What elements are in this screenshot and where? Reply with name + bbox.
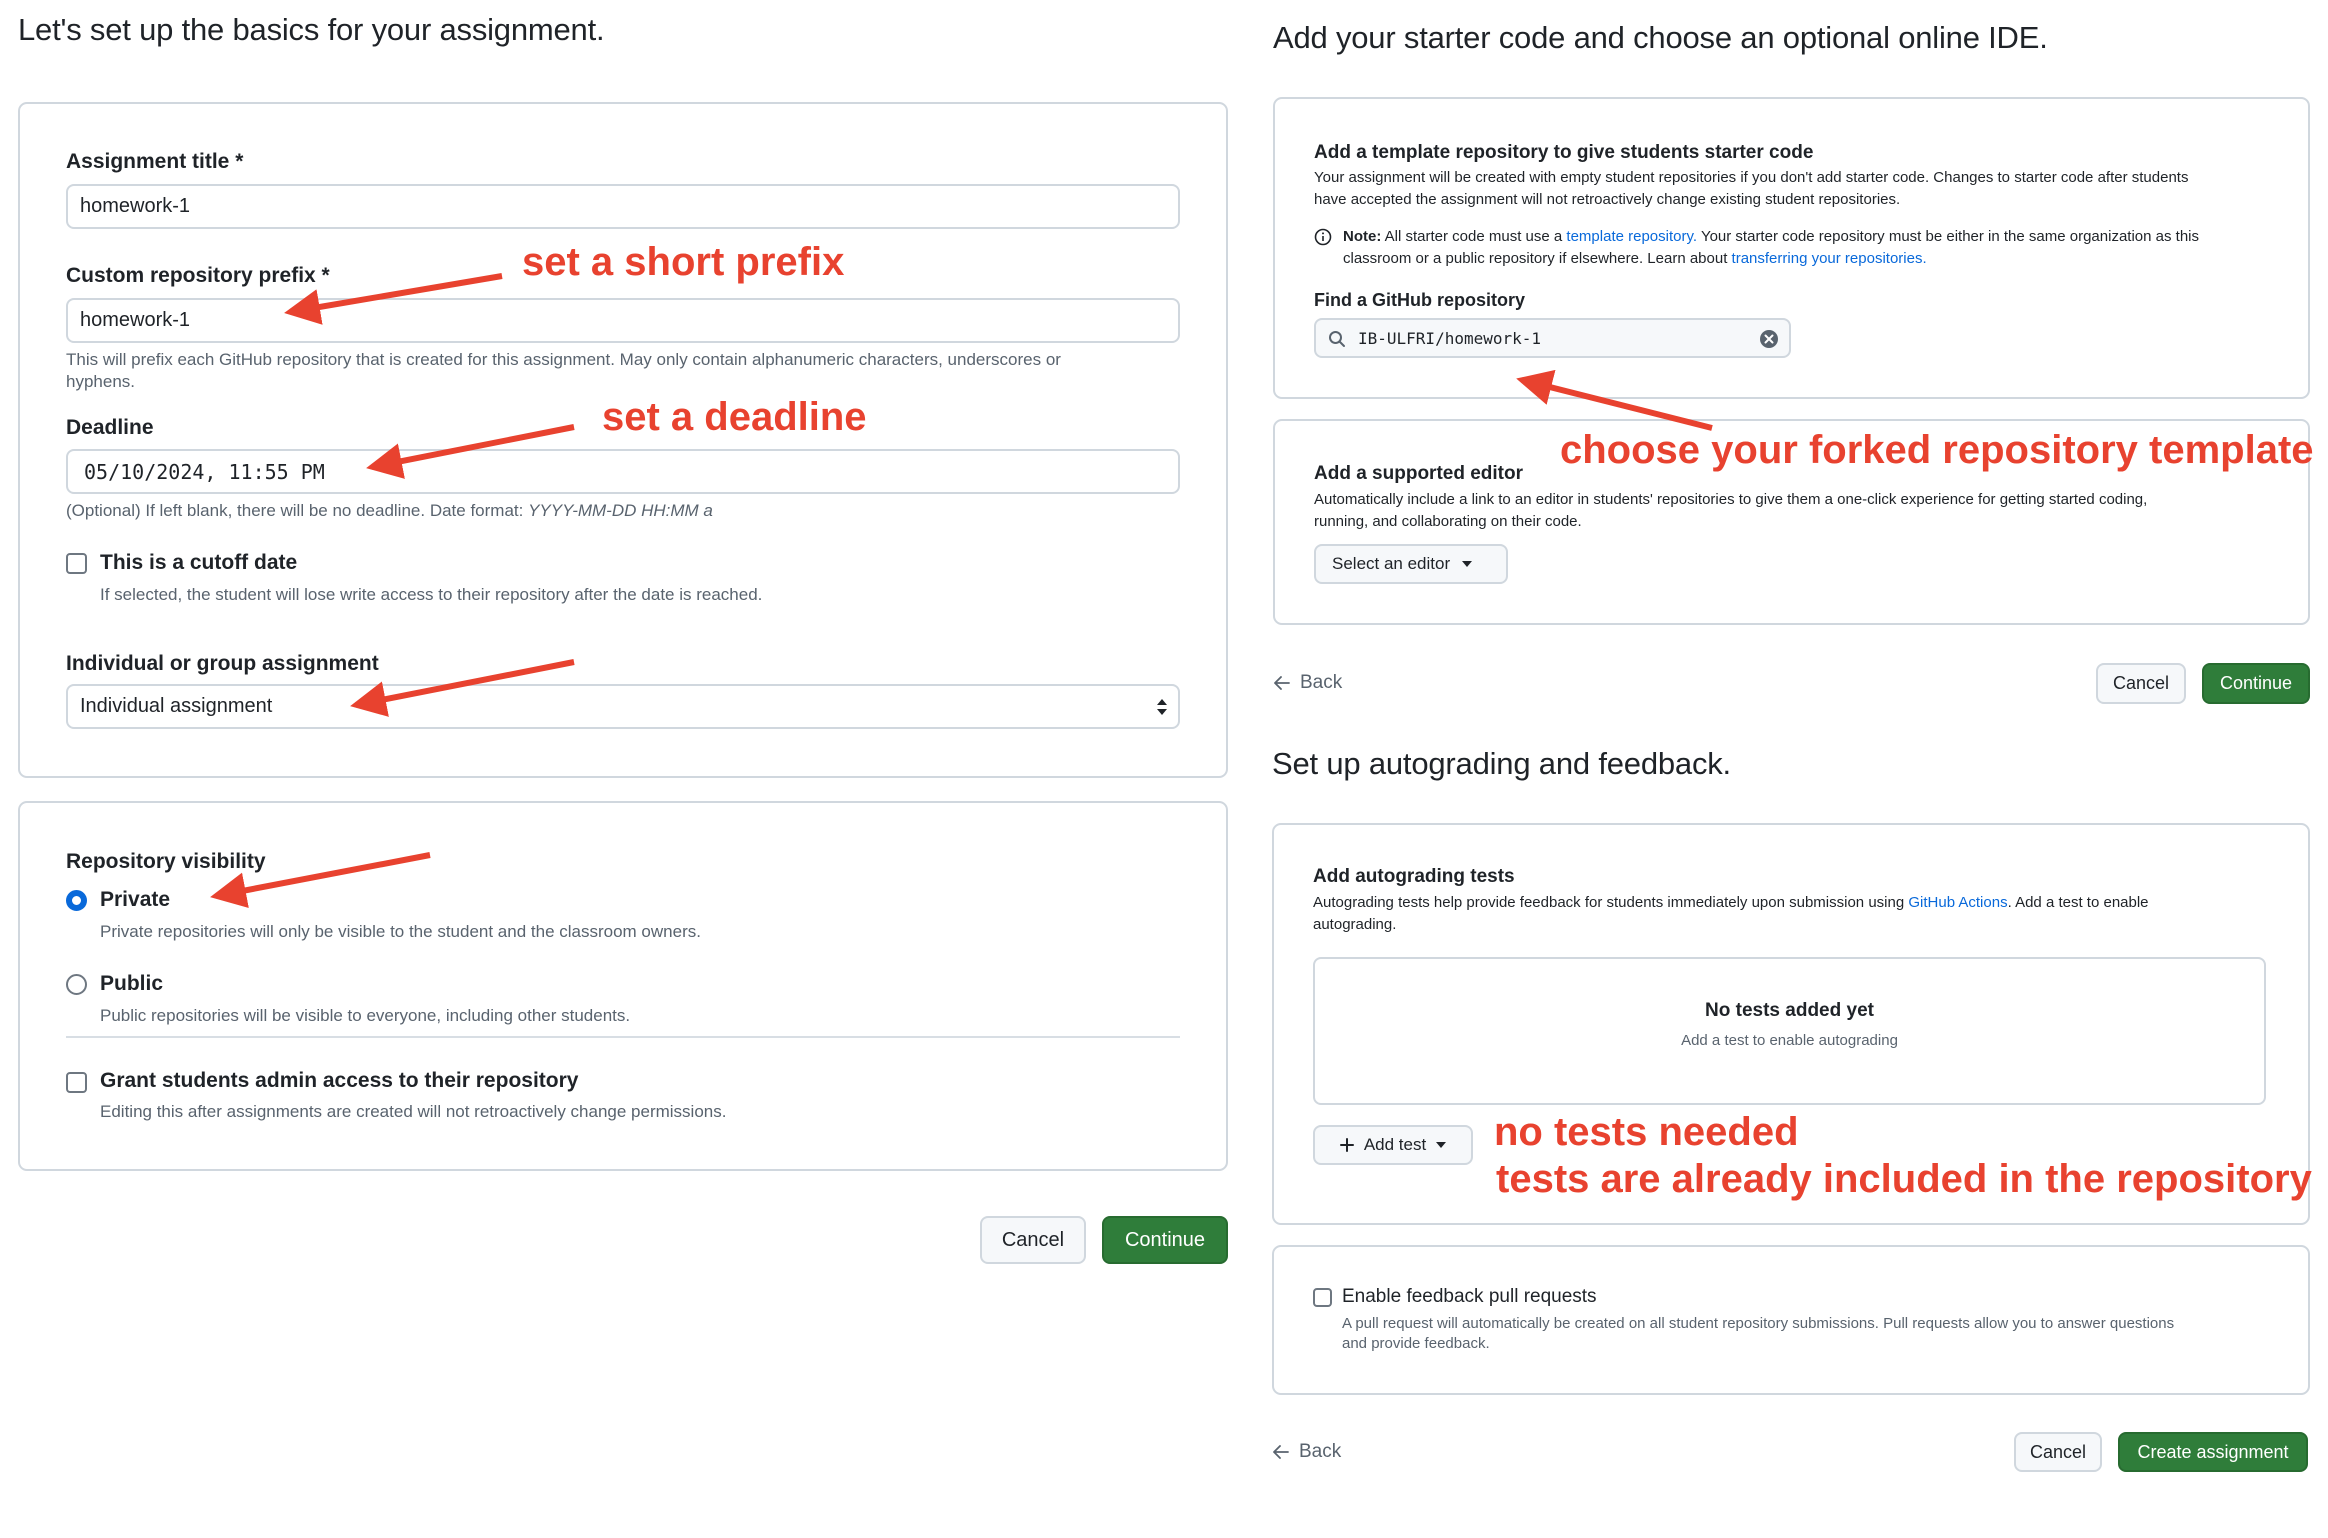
prefix-help-line1: This will prefix each GitHub repository … (66, 350, 1061, 369)
autograding-desc-1a: Autograding tests help provide feedback … (1313, 894, 1905, 911)
back-link-2[interactable]: Back (1273, 1441, 1341, 1463)
annotation-tests-2: tests are already included in the reposi… (1496, 1157, 2312, 1201)
assignment-title-input[interactable]: homework-1 (66, 184, 1180, 229)
prefix-input[interactable]: homework-1 (66, 298, 1180, 343)
private-label: Private (100, 888, 171, 911)
deadline-label: Deadline (66, 416, 154, 439)
select-editor-label: Select an editor (1332, 554, 1451, 573)
cancel-button[interactable]: Cancel (980, 1216, 1086, 1264)
continue-button[interactable]: Continue (1102, 1216, 1228, 1264)
note-text-2a: classroom or a public repository if else… (1343, 250, 1728, 267)
feedback-label-text: Enable feedback pull requests (1342, 1286, 1597, 1307)
autograding-heading: Add autograding tests (1313, 866, 1515, 887)
continue-button-2[interactable]: Continue (2202, 663, 2310, 704)
autograding-desc-line2: autograding. (1313, 916, 1397, 933)
assignment-title-label: Assignment title * (66, 150, 244, 173)
template-note-line2: classroom or a public repository if else… (1343, 248, 1927, 270)
feedback-help-line1: A pull request will automatically be cre… (1342, 1315, 2175, 1332)
annotation-tests-1: no tests needed (1494, 1110, 1799, 1154)
find-repo-label: Find a GitHub repository (1314, 290, 1526, 310)
select-editor-button[interactable]: Select an editor (1314, 544, 1508, 584)
arrow-left-icon (1274, 676, 1290, 690)
cutoff-checkbox[interactable] (66, 553, 87, 574)
find-repo-input[interactable]: IB-ULFRI/homework-1 (1314, 318, 1791, 358)
admin-label: Grant students admin access to their rep… (100, 1069, 579, 1092)
annotation-template: choose your forked repository template (1560, 428, 2314, 472)
visibility-label: Repository visibility (66, 850, 266, 873)
feedback-label: Enable feedback pull requests (1342, 1286, 1597, 1308)
public-label: Public (100, 972, 164, 995)
prefix-label: Custom repository prefix * (66, 264, 330, 287)
cancel-button-3[interactable]: Cancel (2014, 1432, 2102, 1472)
starter-code-title: Add your starter code and choose an opti… (1273, 20, 2048, 55)
select-arrows-icon (1156, 697, 1168, 717)
note-bold: Note: (1343, 228, 1382, 245)
github-actions-link[interactable]: GitHub Actions (1908, 894, 2007, 911)
private-radio[interactable] (66, 890, 87, 911)
group-select-value: Individual assignment (80, 695, 273, 717)
prefix-help-line2: hyphens. (66, 372, 135, 391)
cutoff-help: If selected, the student will lose write… (100, 585, 763, 604)
group-select[interactable]: Individual assignment (66, 684, 1180, 729)
admin-help: Editing this after assignments are creat… (100, 1102, 727, 1121)
template-repository-link[interactable]: template repository. (1566, 228, 1697, 245)
public-help: Public repositories will be visible to e… (100, 1006, 631, 1025)
chevron-down-icon (1436, 1142, 1447, 1148)
deadline-help-text: (Optional) If left blank, there will be … (66, 501, 524, 520)
back-label-2: Back (1299, 1441, 1342, 1462)
editor-desc-line2: running, and collaborating on their code… (1314, 513, 1582, 530)
feedback-checkbox[interactable] (1313, 1288, 1332, 1307)
chevron-down-icon (1462, 561, 1473, 567)
cancel-button-2[interactable]: Cancel (2096, 663, 2186, 704)
autograding-desc-1b: . Add a test to enable (2007, 894, 2149, 911)
transferring-repositories-link[interactable]: transferring your repositories. (1732, 250, 1927, 267)
admin-checkbox[interactable] (66, 1072, 87, 1093)
template-heading: Add a template repository to give studen… (1314, 142, 1814, 163)
page-title: Let's set up the basics for your assignm… (18, 12, 605, 47)
template-note-line1: Note: All starter code must use a templa… (1343, 226, 2199, 248)
back-link[interactable]: Back (1274, 672, 1342, 694)
private-help: Private repositories will only be visibl… (100, 922, 701, 941)
autograding-desc-line1: Autograding tests help provide feedback … (1313, 892, 2149, 914)
editor-heading: Add a supported editor (1314, 463, 1523, 484)
autograding-title: Set up autograding and feedback. (1272, 746, 1731, 781)
info-icon (1314, 228, 1332, 246)
add-test-label: Add test (1363, 1135, 1427, 1154)
visibility-divider (66, 1036, 1180, 1038)
search-icon (1328, 330, 1346, 348)
annotation-prefix: set a short prefix (522, 240, 845, 284)
cutoff-label: This is a cutoff date (100, 551, 298, 574)
deadline-help: (Optional) If left blank, there will be … (66, 499, 713, 522)
editor-desc-line1: Automatically include a link to an edito… (1314, 491, 2148, 508)
deadline-input[interactable]: 05/10/2024, 11:55 PM (66, 449, 1180, 494)
add-test-button[interactable]: Add test (1313, 1125, 1473, 1165)
find-repo-value: IB-ULFRI/homework-1 (1358, 328, 1542, 348)
arrow-left-icon (1273, 1445, 1289, 1459)
public-radio[interactable] (66, 974, 87, 995)
note-text-1a: All starter code must use a (1384, 228, 1563, 245)
annotation-deadline: set a deadline (602, 395, 867, 439)
clear-icon[interactable] (1759, 329, 1779, 349)
deadline-format: YYYY-MM-DD HH:MM a (528, 501, 713, 520)
template-desc-line2: have accepted the assignment will not re… (1314, 191, 1901, 208)
group-label: Individual or group assignment (66, 652, 379, 675)
no-tests-help: Add a test to enable autograding (1681, 1032, 1898, 1049)
back-label: Back (1300, 672, 1343, 693)
no-tests-title: No tests added yet (1705, 1000, 1874, 1021)
create-assignment-button[interactable]: Create assignment (2118, 1432, 2308, 1472)
note-text-1b: Your starter code repository must be eit… (1700, 228, 2199, 245)
feedback-help-line2: and provide feedback. (1342, 1335, 1490, 1352)
template-desc-line1: Your assignment will be created with emp… (1314, 169, 2189, 186)
plus-icon (1339, 1138, 1354, 1152)
